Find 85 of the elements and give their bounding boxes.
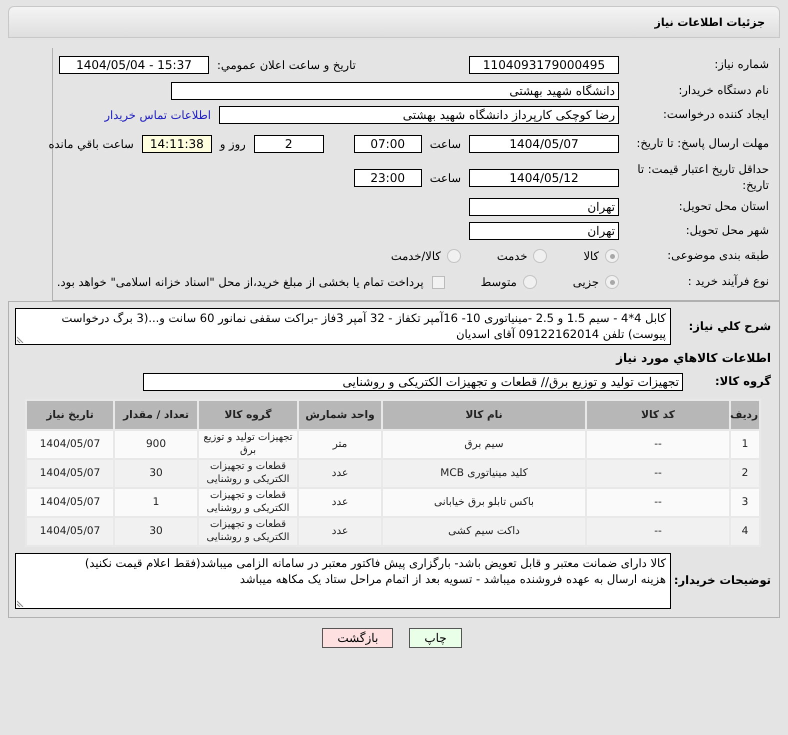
column-header: نام کالا — [383, 401, 585, 430]
requester-field: رضا کوچکی کارپرداز دانشگاه شهید بهشتی — [219, 106, 619, 124]
field-label: نام دستگاه خریدار: — [677, 83, 769, 99]
field-label: نوع فرآیند خرید : — [686, 274, 769, 290]
table-cell: -- — [587, 518, 729, 546]
field-label: ایجاد کننده درخواست: — [662, 107, 769, 123]
radio-label: کالا — [583, 249, 599, 263]
table-cell: -- — [587, 489, 729, 516]
province-field: تهران — [469, 198, 619, 216]
table-cell: 1404/05/07 — [27, 431, 113, 458]
buyer-notes-field: کالا دارای ضمانت معتبر و قابل تعویض باشد- بارگزاری پیش فاکتور معتبر در سامانه الزامی میباشد(فقط اعلام قیمت نکنید) هزینه ارسال به عهده فروشنده میباشد - تسویه بعد از اتمام مراحل ستاد یک مکاهه میباشد — [15, 553, 671, 610]
field-label: شماره نیاز: — [713, 57, 769, 73]
table-cell: 1 — [731, 431, 759, 458]
radio-button[interactable] — [605, 249, 619, 263]
table-cell: 1404/05/07 — [27, 460, 113, 488]
table-cell: 30 — [115, 518, 197, 546]
radio-label: جزیی — [572, 275, 599, 289]
description-field: کابل 4*4 - سیم 1.5 و 2.5 -مینیاتوری 10- 16آمپر تکفاز - 32 آمپر 3فاز -براکت سقفی نمانور 60 سانت و...(3 برگ درخواست پیوست) تلفن 09122162014 آقای اسدیان — [15, 308, 671, 346]
table-cell: تجهیزات تولید و توزیع برق — [199, 431, 297, 458]
radio-label: متوسط — [480, 275, 517, 289]
radio-label: خدمت — [496, 249, 528, 263]
need-number-field: 1104093179000495 — [469, 56, 619, 74]
resize-grip-icon — [17, 336, 24, 344]
table-cell: 1 — [115, 489, 197, 516]
days-label: روز و — [220, 137, 246, 151]
field-label: مهلت ارسال پاسخ: تا تاریخ: — [635, 136, 769, 152]
time-label: ساعت — [430, 137, 461, 151]
field-label: شهر محل تحویل: — [684, 223, 769, 239]
column-header: تاریخ نیاز — [27, 401, 113, 430]
field-label: تاریخ و ساعت اعلان عمومي: — [217, 58, 356, 72]
table-cell: 3 — [731, 489, 759, 516]
column-header: گروه کالا — [199, 401, 297, 430]
resize-grip-icon — [17, 600, 24, 608]
table-cell: سیم برق — [383, 431, 585, 458]
field-label: گروه کالا: — [714, 374, 771, 390]
table-cell: عدد — [299, 518, 381, 546]
field-label: طبقه بندی موضوعی: — [666, 248, 769, 264]
table-cell: 30 — [115, 460, 197, 488]
date-field: 1404/05/12 — [469, 169, 619, 187]
remaining-time-field: 14:11:38 — [142, 135, 212, 153]
table-cell: قطعات و تجهیزات الکتریکی و روشنایی — [199, 460, 297, 488]
table-cell: کلید مینیاتوری MCB — [383, 460, 585, 488]
table-cell: 2 — [731, 460, 759, 488]
buyer-contact-link[interactable]: اطلاعات تماس خریدار — [104, 108, 211, 122]
radio-label: کالا/خدمت — [390, 249, 441, 263]
city-field: تهران — [469, 222, 619, 240]
table-cell: 1404/05/07 — [27, 518, 113, 546]
date-field: 1404/05/07 — [469, 135, 619, 153]
table-cell: 4 — [731, 518, 759, 546]
back-button[interactable]: بازگشت — [322, 628, 394, 648]
table-cell: عدد — [299, 489, 381, 516]
field-label: شرح کلي نياز: — [688, 318, 771, 334]
time-field: 23:00 — [354, 169, 422, 187]
buyer-org-field: دانشگاه شهید بهشتی — [171, 82, 619, 100]
checkbox[interactable] — [432, 276, 445, 288]
radio-button[interactable] — [446, 249, 461, 263]
days-field: 2 — [254, 135, 324, 153]
radio-button[interactable] — [533, 249, 548, 263]
radio-button[interactable] — [605, 275, 619, 289]
column-header: ردیف — [731, 401, 759, 430]
remaining-label: ساعت باقي مانده — [48, 137, 134, 151]
time-label: ساعت — [430, 171, 461, 185]
table-cell: 900 — [115, 431, 197, 458]
table-cell: -- — [587, 460, 729, 488]
field-label: حداقل تاریخ اعتبار قیمت: تا تاریخ: — [636, 162, 769, 194]
table-cell: متر — [299, 431, 381, 458]
column-header: تعداد / مقدار — [115, 401, 197, 430]
section-heading: اطلاعات کالاهاي مورد نياز — [614, 351, 771, 366]
announce-date-field: 1404/05/04 - 15:37 — [59, 56, 209, 74]
column-header: کد کالا — [587, 401, 729, 430]
table-cell: باکس تابلو برق خیابانی — [383, 489, 585, 516]
page-title: جزئیات اطلاعات نیاز — [654, 16, 765, 28]
column-header: واحد شمارش — [299, 401, 381, 430]
radio-button[interactable] — [522, 275, 537, 289]
field-label: استان محل تحویل: — [678, 199, 769, 215]
table-cell: قطعات و تجهیزات الکتریکی و روشنایی — [199, 518, 297, 546]
time-field: 07:00 — [354, 135, 422, 153]
print-button[interactable]: چاپ — [409, 628, 462, 648]
table-cell: عدد — [299, 460, 381, 488]
table-cell: قطعات و تجهیزات الکتریکی و روشنایی — [199, 489, 297, 516]
table-cell: -- — [587, 431, 729, 458]
goods-group-field: تجهیزات تولید و توزیع برق// قطعات و تجهیزات الکتریکی و روشنایی — [143, 373, 683, 392]
checkbox-label: پرداخت تمام یا بخشی از مبلغ خرید،از محل "اسناد خزانه اسلامی" خواهد بود. — [56, 275, 424, 289]
table-cell: داکت سیم کشی — [383, 518, 585, 546]
table-cell: 1404/05/07 — [27, 489, 113, 516]
